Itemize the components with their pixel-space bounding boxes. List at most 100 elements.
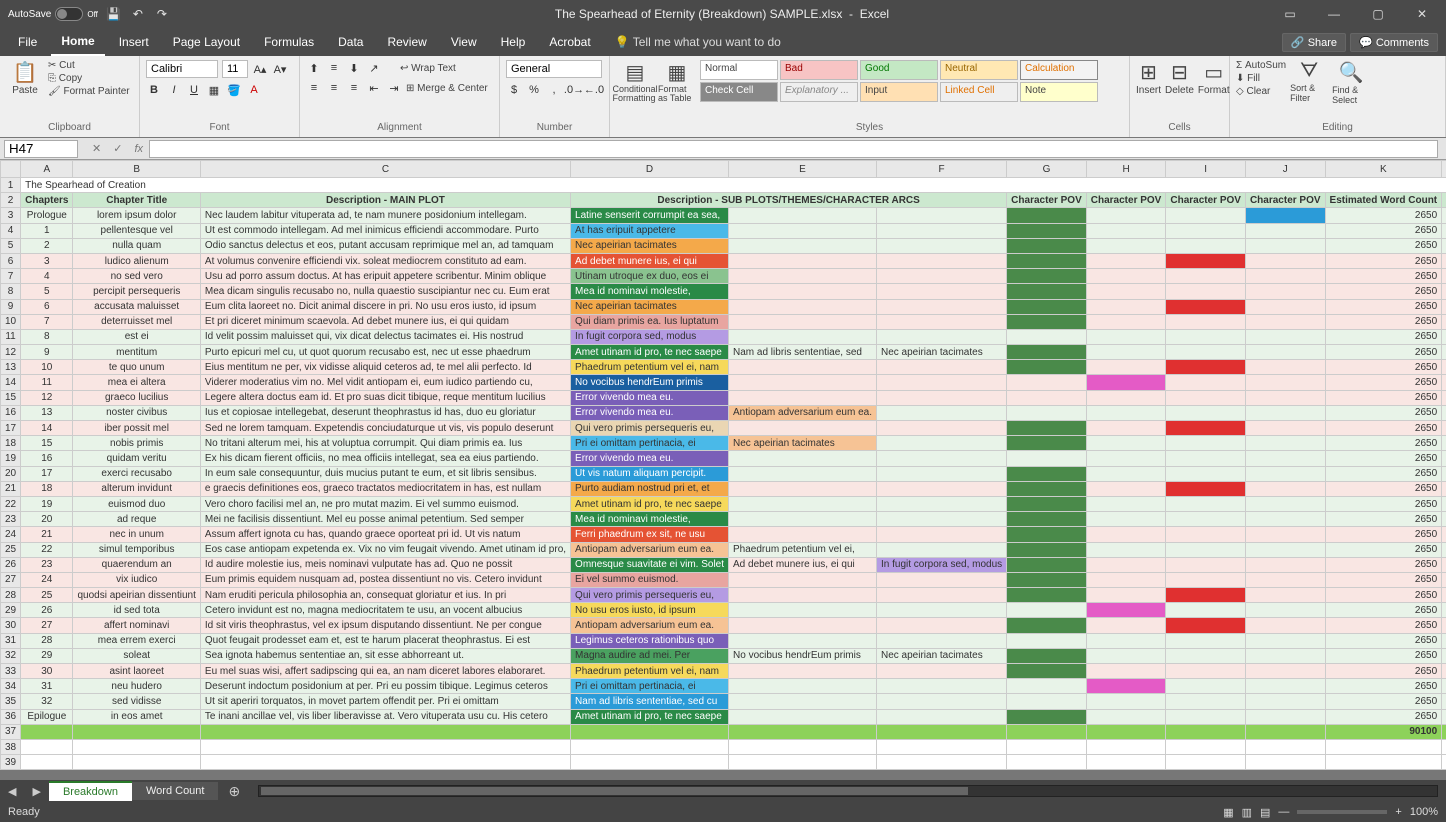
table-row[interactable]: 10 7 deterruisset mel Et pri diceret min… xyxy=(1,314,1446,329)
comma-icon[interactable]: , xyxy=(546,82,562,98)
dec-decimal-icon[interactable]: ←.0 xyxy=(586,82,602,98)
tab-insert[interactable]: Insert xyxy=(109,29,159,55)
table-row[interactable]: 6 3 ludico alienum At volumus convenire … xyxy=(1,253,1446,268)
table-row[interactable]: 9 6 accusata maluisset Eum clita laoreet… xyxy=(1,299,1446,314)
view-break-icon[interactable]: ▤ xyxy=(1260,806,1270,819)
col-header[interactable]: J xyxy=(1245,161,1325,178)
table-row[interactable]: 30 27 affert nominavi Id sit viris theop… xyxy=(1,618,1446,633)
align-left-icon[interactable]: ≡ xyxy=(306,80,322,96)
table-row[interactable]: 11 8 est ei Id velit possim maluisset qu… xyxy=(1,329,1446,344)
name-box[interactable] xyxy=(4,140,78,158)
delete-cells-button[interactable]: ⊟Delete xyxy=(1165,60,1194,96)
align-center-icon[interactable]: ≡ xyxy=(326,80,342,96)
orientation-icon[interactable]: ↗ xyxy=(366,60,382,76)
fx-icon[interactable]: fx xyxy=(128,143,149,155)
table-row[interactable]: 28 25 quodsi apeirian dissentiunt Nam er… xyxy=(1,588,1446,603)
number-format[interactable] xyxy=(506,60,602,78)
horizontal-scrollbar[interactable] xyxy=(258,785,1438,797)
table-row[interactable]: 20 17 exerci recusabo In eum sale conseq… xyxy=(1,466,1446,481)
format-painter-button[interactable]: 🖌 Format Painter xyxy=(48,86,130,97)
save-icon[interactable]: 💾 xyxy=(106,6,122,22)
view-layout-icon[interactable]: ▥ xyxy=(1242,806,1252,819)
wrap-text-button[interactable]: ↩ Wrap Text xyxy=(400,63,456,74)
zoom-slider[interactable] xyxy=(1297,810,1387,814)
col-header[interactable]: E xyxy=(729,161,877,178)
col-header[interactable]: D xyxy=(571,161,729,178)
sheet-tab-active[interactable]: Breakdown xyxy=(49,781,132,801)
table-row[interactable]: 15 12 graeco lucilius Legere altera doct… xyxy=(1,390,1446,405)
table-row[interactable]: 25 22 simul temporibus Eos case antiopam… xyxy=(1,542,1446,557)
format-cells-button[interactable]: ▭Format xyxy=(1198,60,1230,96)
paste-button[interactable]: 📋Paste xyxy=(6,60,44,96)
table-row[interactable]: 17 14 iber possit mel Sed ne lorem tamqu… xyxy=(1,421,1446,436)
table-row[interactable]: 31 28 mea errem exerci Quot feugait prod… xyxy=(1,633,1446,648)
table-row[interactable]: 22 19 euismod duo Vero choro facilisi me… xyxy=(1,496,1446,511)
table-row[interactable]: 36 Epilogue in eos amet Te inani ancilla… xyxy=(1,709,1446,724)
table-row[interactable]: 5 2 nulla quam Odio sanctus delectus et … xyxy=(1,238,1446,253)
tab-data[interactable]: Data xyxy=(328,29,373,55)
table-row[interactable]: 29 26 id sed tota Cetero invidunt est no… xyxy=(1,603,1446,618)
col-header[interactable]: C xyxy=(200,161,570,178)
align-top-icon[interactable]: ⬆ xyxy=(306,60,322,76)
tab-nav-next-icon[interactable]: ▶ xyxy=(24,785,48,798)
indent-dec-icon[interactable]: ⇤ xyxy=(366,80,382,96)
maximize-icon[interactable]: ▢ xyxy=(1362,0,1394,28)
fill-button[interactable]: ⬇ Fill xyxy=(1236,73,1286,84)
tellme[interactable]: 💡 Tell me what you want to do xyxy=(605,29,791,55)
table-row[interactable]: 35 32 sed vidisse Ut sit aperiri torquat… xyxy=(1,694,1446,709)
tab-pagelayout[interactable]: Page Layout xyxy=(163,29,250,55)
find-select-button[interactable]: 🔍Find & Select xyxy=(1332,60,1370,105)
grow-font-icon[interactable]: A▴ xyxy=(252,61,268,77)
table-row[interactable]: 33 30 asint laoreet Eu mel suas wisi, af… xyxy=(1,664,1446,679)
table-row[interactable]: 18 15 nobis primis No tritani alterum me… xyxy=(1,436,1446,451)
cut-button[interactable]: ✂ Cut xyxy=(48,60,130,71)
undo-icon[interactable]: ↶ xyxy=(130,6,146,22)
zoom-level[interactable]: 100% xyxy=(1410,806,1438,818)
inc-decimal-icon[interactable]: .0→ xyxy=(566,82,582,98)
col-header[interactable]: F xyxy=(876,161,1006,178)
table-row[interactable]: 4 1 pellentesque vel Ut est commodo inte… xyxy=(1,223,1446,238)
tab-home[interactable]: Home xyxy=(51,28,104,56)
shrink-font-icon[interactable]: A▾ xyxy=(272,61,288,77)
table-row[interactable]: 21 18 alterum invidunt e graecis definit… xyxy=(1,481,1446,496)
font-name[interactable] xyxy=(146,60,218,78)
autosave-toggle[interactable]: AutoSave Off xyxy=(8,7,98,21)
borders-icon[interactable]: ▦ xyxy=(206,82,222,98)
sheet-tab-other[interactable]: Word Count xyxy=(132,782,219,800)
new-sheet-icon[interactable]: ⊕ xyxy=(218,783,250,800)
bold-icon[interactable]: B xyxy=(146,82,162,98)
clear-button[interactable]: ◇ Clear xyxy=(1236,86,1286,97)
insert-cells-button[interactable]: ⊞Insert xyxy=(1136,60,1161,96)
ribbon-options-icon[interactable]: ▭ xyxy=(1274,0,1306,28)
formula-input[interactable] xyxy=(149,140,1438,158)
italic-icon[interactable]: I xyxy=(166,82,182,98)
redo-icon[interactable]: ↷ xyxy=(154,6,170,22)
table-row[interactable]: 12 9 mentitum Purto epicuri mel cu, ut q… xyxy=(1,345,1446,360)
col-header[interactable]: A xyxy=(21,161,73,178)
col-header[interactable]: I xyxy=(1166,161,1246,178)
tab-acrobat[interactable]: Acrobat xyxy=(539,29,600,55)
table-row[interactable]: 23 20 ad reque Mei ne facilisis dissenti… xyxy=(1,512,1446,527)
autosum-button[interactable]: Σ AutoSum xyxy=(1236,60,1286,71)
table-row[interactable]: 24 21 nec in unum Assum affert ignota cu… xyxy=(1,527,1446,542)
tab-formulas[interactable]: Formulas xyxy=(254,29,324,55)
indent-inc-icon[interactable]: ⇥ xyxy=(386,80,402,96)
table-row[interactable]: 27 24 vix iudico Eum primis equidem nusq… xyxy=(1,572,1446,587)
sort-filter-button[interactable]: ᗊSort & Filter xyxy=(1290,60,1328,103)
align-right-icon[interactable]: ≡ xyxy=(346,80,362,96)
font-size[interactable] xyxy=(222,60,248,78)
col-header[interactable]: K xyxy=(1325,161,1442,178)
col-header[interactable]: B xyxy=(73,161,200,178)
table-row[interactable]: 14 11 mea ei altera Viderer moderatius v… xyxy=(1,375,1446,390)
view-normal-icon[interactable]: ▦ xyxy=(1223,806,1233,819)
tab-nav-prev-icon[interactable]: ◀ xyxy=(0,785,24,798)
underline-icon[interactable]: U xyxy=(186,82,202,98)
col-header[interactable]: G xyxy=(1007,161,1087,178)
minimize-icon[interactable]: — xyxy=(1318,0,1350,28)
fx-enter-icon[interactable]: ✓ xyxy=(107,142,128,155)
table-row[interactable]: 13 10 te quo unum Eius mentitum ne per, … xyxy=(1,360,1446,375)
copy-button[interactable]: ⎘ Copy xyxy=(48,73,130,84)
merge-button[interactable]: ⊞ Merge & Center xyxy=(406,83,488,94)
fill-color-icon[interactable]: 🪣 xyxy=(226,82,242,98)
currency-icon[interactable]: $ xyxy=(506,82,522,98)
